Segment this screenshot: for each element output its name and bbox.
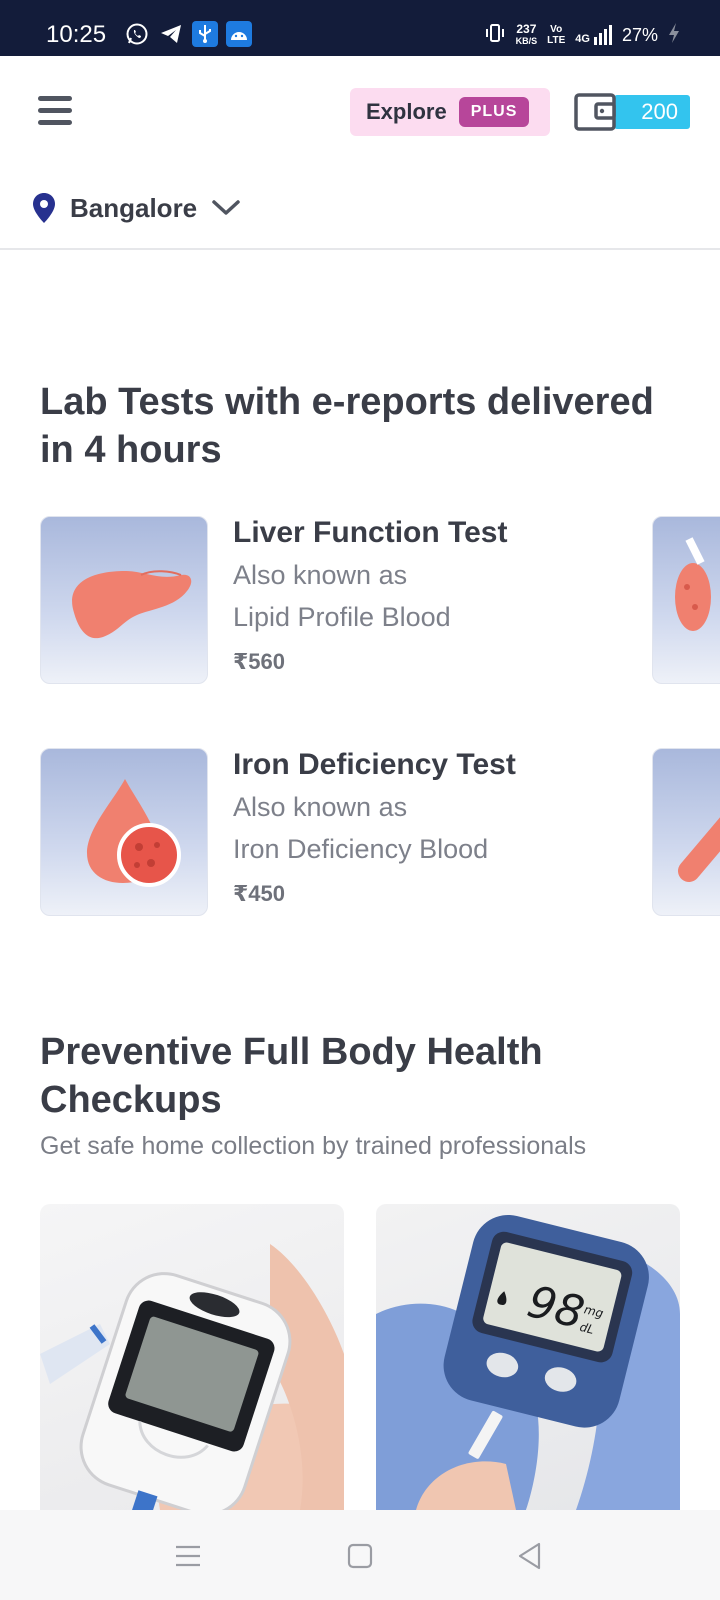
lab-tests-title: Lab Tests with e-reports delivered in 4 …	[40, 381, 654, 471]
test-price: ₹450	[233, 881, 286, 906]
volte-top: Vo	[550, 24, 563, 35]
battery-level: 27%	[621, 24, 658, 45]
wallet-icon	[574, 93, 616, 131]
recents-menu-icon[interactable]	[168, 1536, 208, 1576]
location-pin-icon	[33, 193, 55, 223]
blood-thumbnail	[40, 748, 208, 916]
test-tube-peek-icon	[678, 817, 720, 882]
usb-icon	[192, 21, 218, 47]
chevron-down-icon	[212, 200, 240, 215]
test-name: Liver Function Test	[233, 516, 508, 549]
blood-drop-icon	[87, 779, 181, 887]
wallet-button[interactable]: 200	[574, 92, 690, 134]
net-speed: 237 KB/S	[515, 21, 538, 47]
next-test-card-peek[interactable]	[652, 748, 720, 916]
test-aka-label: Also known as	[233, 560, 408, 590]
telegram-icon	[158, 21, 184, 47]
location-selector[interactable]: Bangalore	[32, 186, 241, 230]
checkups-subtitle: Get safe home collection by trained prof…	[40, 1132, 587, 1160]
header-divider	[0, 248, 720, 250]
explore-label: Explore	[366, 99, 447, 124]
next-test-card-peek[interactable]	[652, 516, 720, 684]
test-alias: Lipid Profile Blood	[233, 602, 451, 632]
whatsapp-icon	[124, 21, 150, 47]
net-speed-unit: KB/S	[515, 35, 538, 46]
signal-icon: 4G	[575, 25, 612, 45]
test-alias: Iron Deficiency Blood	[233, 834, 489, 864]
battery-charging-icon	[668, 22, 680, 49]
hamburger-menu-button[interactable]	[38, 96, 74, 128]
organ-peek-icon	[675, 537, 711, 631]
test-name: Iron Deficiency Test	[233, 748, 516, 781]
status-time: 10:25	[46, 21, 107, 48]
home-button-icon[interactable]	[340, 1536, 380, 1576]
test-price: ₹560	[233, 649, 286, 674]
plus-badge: PLUS	[458, 97, 530, 127]
system-nav-bar	[0, 1510, 720, 1600]
status-bar: 10:25 237 KB/S Vo LTE 4G 27%	[0, 0, 720, 56]
network-type: 4G	[575, 33, 590, 45]
status-right-group: 237 KB/S Vo LTE 4G 27%	[484, 18, 680, 52]
back-button-icon[interactable]	[510, 1536, 550, 1576]
explore-plus-button[interactable]: Explore PLUS	[350, 88, 550, 136]
android-icon	[226, 21, 252, 47]
net-speed-value: 237	[516, 21, 537, 36]
liver-icon	[72, 570, 192, 639]
test-aka-label: Also known as	[233, 792, 408, 822]
test-card-liver[interactable]: Liver Function Test Also known as Lipid …	[40, 516, 620, 684]
checkups-title: Preventive Full Body Health Checkups	[40, 1031, 543, 1121]
checkup-image-glucometer-white[interactable]	[40, 1204, 344, 1510]
volte-bottom: LTE	[547, 35, 566, 46]
checkup-image-glucometer-blue[interactable]: 98 mg dL	[376, 1204, 680, 1510]
vibrate-icon	[484, 22, 506, 49]
test-card-iron[interactable]: Iron Deficiency Test Also known as Iron …	[40, 748, 620, 916]
glucometer-photo	[40, 1244, 344, 1510]
location-city: Bangalore	[70, 192, 198, 223]
wallet-balance: 200	[614, 95, 690, 129]
liver-thumbnail	[40, 516, 208, 684]
volte-indicator: Vo LTE	[547, 24, 565, 46]
glucometer-reading-photo: 98 mg dL	[376, 1214, 680, 1510]
